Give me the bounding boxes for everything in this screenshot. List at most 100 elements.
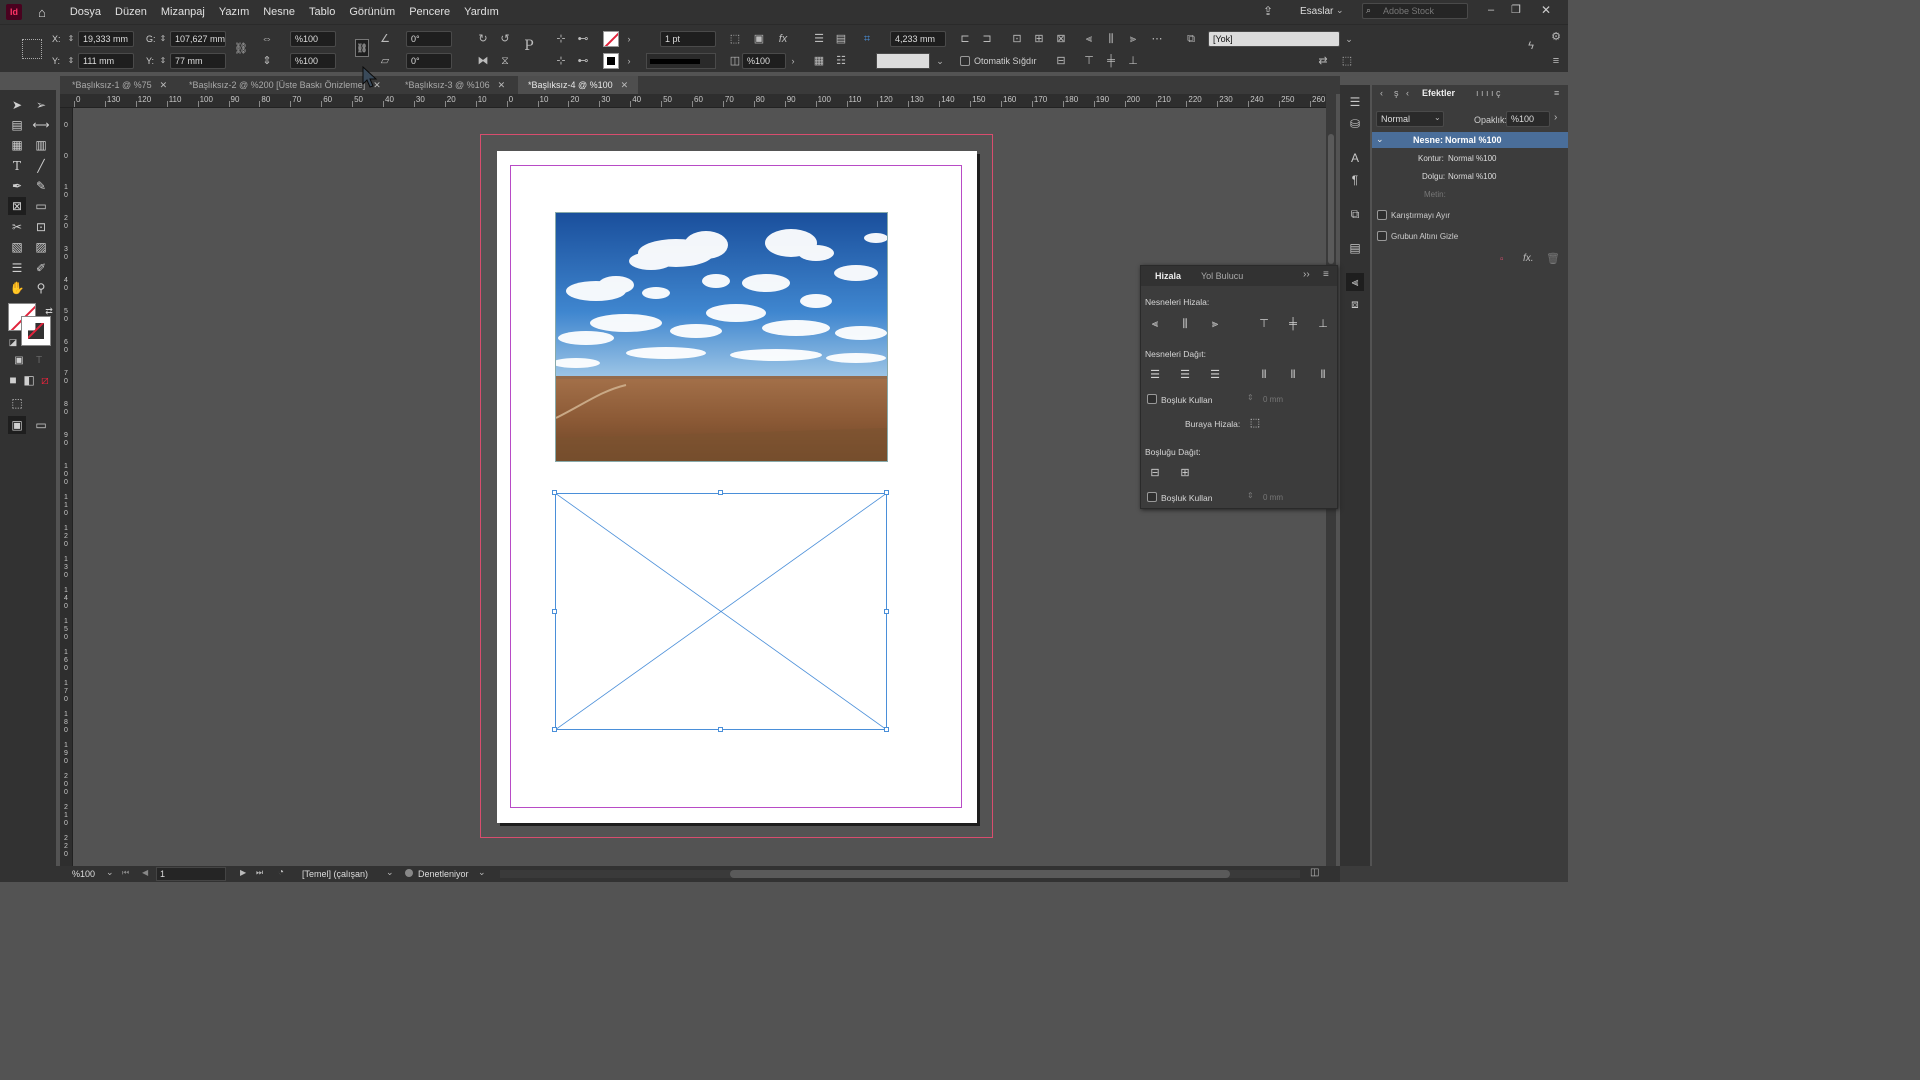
tab-align[interactable]: Hizala — [1155, 271, 1181, 281]
select-container-icon[interactable]: ⊹ — [554, 32, 568, 46]
distribute-right-icon[interactable]: ⦀ — [1315, 368, 1331, 382]
select-previous-icon[interactable]: ⊹ — [554, 54, 568, 68]
distribute-icon[interactable]: ⋯ — [1150, 32, 1164, 46]
home-icon[interactable]: ⌂ — [38, 5, 46, 20]
effects-row-fill[interactable]: Dolgu: Normal %100 — [1372, 169, 1568, 185]
align-panel-icon[interactable]: ⫷ — [1346, 273, 1364, 291]
prev-page-icon[interactable]: ◀ — [142, 868, 148, 877]
resize-handle-sw[interactable] — [552, 727, 557, 732]
rotate-cw-icon[interactable]: ↻ — [476, 32, 490, 46]
text-wrap-next-icon[interactable]: ☷ — [834, 54, 848, 68]
chevron-down-icon[interactable]: ⌄ — [1376, 134, 1384, 145]
collapsed-tab-icon[interactable]: ş — [1394, 88, 1399, 98]
trash-icon[interactable]: 🗑 — [1546, 252, 1560, 265]
align-right-edges-icon[interactable]: ⊐ — [980, 32, 994, 46]
opacity-field[interactable]: %100 — [1506, 111, 1550, 127]
opacity-field[interactable]: %100 — [742, 53, 786, 69]
object-style-dropdown[interactable]: [Yok] — [1208, 31, 1340, 47]
menu-tablo[interactable]: Tablo — [309, 6, 335, 18]
chevron-down-icon[interactable]: ⌄ — [933, 54, 947, 68]
align-hcenter-icon[interactable]: ⫼ — [1104, 32, 1118, 46]
tab-document-3[interactable]: *Başlıksız-3 @ %106 ✕ — [395, 76, 515, 94]
swap-colors-icon[interactable]: ⇄ — [40, 302, 58, 320]
align-vcenter-icon[interactable]: ╪ — [1104, 54, 1118, 68]
content-aware-fit-icon[interactable]: ⊟ — [1054, 54, 1068, 68]
zoom-tool-icon[interactable]: ⚲ — [32, 279, 50, 297]
page-number-field[interactable]: 1 — [156, 867, 226, 881]
content-placer-icon[interactable]: ▥ — [32, 136, 50, 154]
height-field[interactable]: 77 mm — [170, 53, 226, 69]
flip-horizontal-icon[interactable]: ⧓ — [476, 54, 490, 68]
object-style-options-icon[interactable]: ⇄ — [1316, 54, 1330, 68]
shear-angle-field[interactable]: 0° — [406, 53, 452, 69]
layers-panel-icon[interactable]: ⛁ — [1346, 115, 1364, 133]
direct-selection-tool-icon[interactable]: ➢ — [32, 96, 50, 114]
resize-handle-nw[interactable] — [552, 490, 557, 495]
stock-search-field[interactable]: ⌕ Adobe Stock — [1362, 3, 1468, 19]
fill-swatch-none[interactable] — [603, 31, 619, 47]
normal-view-icon[interactable]: ▣ — [8, 416, 26, 434]
align-vcenters-icon[interactable]: ╪ — [1285, 317, 1301, 331]
view-toggle-icon[interactable]: ◫ — [1310, 867, 1319, 878]
menu-nesne[interactable]: Nesne — [263, 6, 295, 18]
flip-vertical-icon[interactable]: ⧖ — [498, 54, 512, 68]
resize-handle-n[interactable] — [718, 490, 723, 495]
share-icon[interactable]: ⇪ — [1263, 4, 1273, 18]
resize-handle-e[interactable] — [884, 609, 889, 614]
text-wrap-jump-icon[interactable]: ▦ — [812, 54, 826, 68]
close-window-icon[interactable]: ✕ — [1541, 3, 1551, 17]
fx-icon[interactable]: fx — [776, 32, 790, 46]
close-icon[interactable]: ✕ — [498, 80, 506, 90]
use-spacing-checkbox[interactable] — [1147, 394, 1157, 404]
corner-options-icon[interactable]: ⌗ — [860, 32, 874, 46]
rectangle-tool-icon[interactable]: ▭ — [32, 197, 50, 215]
text-wrap-bbox-icon[interactable]: ▤ — [834, 32, 848, 46]
rotate-angle-field[interactable]: 0° — [406, 31, 452, 47]
distribute-bottom-icon[interactable]: ☰ — [1207, 368, 1223, 382]
chevron-right-icon[interactable]: › — [622, 54, 636, 68]
character-styles-icon[interactable]: A — [1346, 149, 1364, 167]
menu-dosya[interactable]: Dosya — [70, 6, 101, 18]
scissors-tool-icon[interactable]: ✂ — [8, 218, 26, 236]
formatting-text-icon[interactable]: T — [30, 352, 48, 370]
menu-gorunum[interactable]: Görünüm — [349, 6, 395, 18]
stepper-icon[interactable]: ⇕ — [64, 32, 78, 46]
menu-yardim[interactable]: Yardım — [464, 6, 499, 18]
last-page-icon[interactable]: ⏭ — [256, 868, 263, 878]
corner-size-field[interactable]: 4,233 mm — [890, 31, 946, 47]
free-transform-tool-icon[interactable]: ⊡ — [32, 218, 50, 236]
panel-menu-icon[interactable]: ≡ — [1554, 88, 1559, 98]
chevron-down-icon[interactable]: ⌄ — [478, 867, 486, 878]
chevron-right-icon[interactable]: › — [1554, 112, 1557, 123]
type-tool-icon[interactable]: T — [8, 157, 26, 175]
pencil-tool-icon[interactable]: ✎ — [32, 177, 50, 195]
pathfinder-panel-icon[interactable]: ⧈ — [1346, 295, 1364, 313]
resize-handle-w[interactable] — [552, 609, 557, 614]
vertical-ruler[interactable]: 0 0 10 20 30 40 50 60 70 80 90 100 110 120 130 140 150 16… — [60, 108, 73, 866]
align-bottom-icon[interactable]: ⊥ — [1126, 54, 1140, 68]
chevron-down-icon[interactable]: ⌄ — [386, 867, 394, 878]
content-collector-icon[interactable]: ▦ — [8, 136, 26, 154]
tab-effects[interactable]: Efektler — [1422, 88, 1455, 98]
stepper-icon[interactable]: ⇕ — [156, 32, 170, 46]
align-left-edges-icon[interactable]: ⊏ — [958, 32, 972, 46]
page-tool-icon[interactable]: ▤ — [8, 116, 26, 134]
panel-menu-icon[interactable]: ≡ — [1323, 269, 1329, 280]
link-icon[interactable]: ⛓ — [234, 42, 248, 56]
effects-row-stroke[interactable]: Kontur: Normal %100 — [1372, 151, 1568, 167]
formatting-container-icon[interactable]: ▣ — [10, 352, 28, 370]
distribute-vcenter-icon[interactable]: ☰ — [1177, 368, 1193, 382]
selection-tool-icon[interactable]: ➤ — [8, 96, 26, 114]
distribute-top-icon[interactable]: ☰ — [1147, 368, 1163, 382]
stroke-weight-field[interactable]: 1 pt — [660, 31, 716, 47]
align-bottom-edges-icon[interactable]: ⊥ — [1315, 317, 1331, 331]
width-field[interactable]: 107,627 mm — [170, 31, 226, 47]
apply-none-icon[interactable]: ⧄ — [36, 371, 54, 389]
lightning-icon[interactable]: ϟ — [1524, 39, 1538, 53]
master-page-label[interactable]: [Temel] (çalışan) — [302, 869, 368, 879]
horizontal-scrollbar[interactable] — [500, 870, 1300, 878]
next-page-icon[interactable]: ▶ — [240, 868, 246, 877]
panel-menu-icon[interactable]: ≡ — [1549, 54, 1563, 68]
rectangle-frame-tool-icon[interactable]: ⊠ — [8, 197, 26, 215]
stepper-icon[interactable]: ⇕ — [64, 54, 78, 68]
